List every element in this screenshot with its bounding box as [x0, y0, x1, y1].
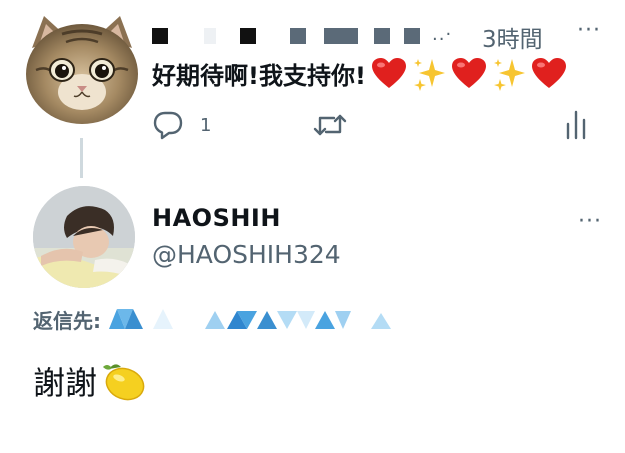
- header-ellipsis-dot: ..·: [432, 24, 453, 45]
- censored-mention[interactable]: [109, 307, 409, 331]
- replying-to-label: 返信先:: [33, 308, 101, 333]
- heart-icon: [371, 57, 406, 88]
- more-options-icon[interactable]: ···: [578, 211, 602, 233]
- tweet-timestamp[interactable]: 3時間: [482, 20, 543, 54]
- cat-avatar-image: [26, 16, 138, 124]
- retweet-icon: [313, 114, 347, 136]
- display-name[interactable]: HAOSHIH: [152, 204, 281, 232]
- lemon-icon: [103, 364, 145, 401]
- cat-avatar[interactable]: [22, 10, 142, 128]
- reply-icon: [153, 111, 183, 140]
- user-avatar[interactable]: [33, 186, 135, 288]
- thread-connector-line: [80, 138, 83, 178]
- heart-icon: [451, 57, 486, 88]
- reply-tweet-text: 謝謝: [33, 358, 147, 404]
- replying-to-line: 返信先:: [33, 304, 409, 334]
- tweet-action-bar: 1: [152, 110, 592, 140]
- parent-tweet-text: 好期待啊!我支持你!: [152, 56, 566, 91]
- heart-icon: [531, 57, 566, 88]
- reply-button[interactable]: 1: [152, 110, 211, 140]
- parent-tweet-body: 好期待啊!我支持你!: [152, 62, 366, 90]
- reply-count: 1: [200, 114, 212, 136]
- user-handle[interactable]: @HAOSHIH324: [152, 240, 341, 269]
- profile-photo: [33, 186, 135, 288]
- parent-tweet-header: ..· 3時間 ···: [152, 18, 612, 54]
- sparkles-icon: [493, 58, 525, 91]
- emoji-row: [371, 57, 566, 91]
- sparkles-icon: [413, 58, 445, 91]
- reply-tweet-body: 謝謝: [33, 364, 98, 402]
- view-stats-button[interactable]: [564, 110, 588, 140]
- more-options-icon[interactable]: ···: [577, 20, 601, 42]
- stats-icon: [566, 110, 586, 140]
- retweet-button[interactable]: [312, 110, 348, 140]
